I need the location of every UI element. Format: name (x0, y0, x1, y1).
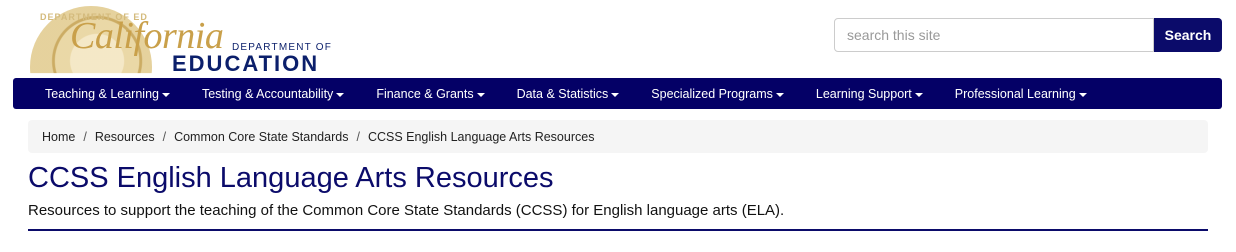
nav-item-finance-grants[interactable]: Finance & Grants (360, 78, 500, 109)
nav-item-label: Teaching & Learning (45, 86, 159, 101)
logo-california-wordmark[interactable]: California (70, 17, 224, 55)
nav-item-data-statistics[interactable]: Data & Statistics (501, 78, 636, 109)
caret-down-icon (914, 92, 923, 97)
page-lead-text: Resources to support the teaching of the… (28, 202, 785, 219)
logo-education[interactable]: EDUCATION (172, 53, 319, 75)
title-divider (28, 229, 1208, 231)
nav-item-label: Testing & Accountability (201, 86, 334, 101)
caret-down-icon (775, 92, 784, 97)
nav-item-label: Data & Statistics (516, 86, 609, 101)
page-title: CCSS English Language Arts Resources (28, 162, 554, 194)
site-search: Search (834, 18, 1222, 52)
caret-down-icon (1078, 92, 1087, 97)
search-button[interactable]: Search (1154, 18, 1222, 52)
nav-item-label: Professional Learning (954, 86, 1076, 101)
breadcrumb: Home / Resources / Common Core State Sta… (28, 120, 1208, 153)
breadcrumb-ccss-link[interactable]: Common Core State Standards (174, 130, 348, 144)
nav-item-teaching-learning[interactable]: Teaching & Learning (29, 78, 186, 109)
breadcrumb-separator: / (356, 129, 360, 144)
nav-item-label: Learning Support (815, 86, 912, 101)
caret-down-icon (336, 92, 345, 97)
nav-item-label: Specialized Programs (651, 86, 773, 101)
nav-item-testing-accountability[interactable]: Testing & Accountability (186, 78, 360, 109)
caret-down-icon (161, 92, 170, 97)
nav-item-professional-learning[interactable]: Professional Learning (939, 78, 1103, 109)
caret-down-icon (476, 92, 485, 97)
main-nav: Teaching & Learning Testing & Accountabi… (13, 78, 1222, 109)
breadcrumb-resources-link[interactable]: Resources (95, 130, 155, 144)
breadcrumb-separator: / (83, 129, 87, 144)
nav-item-label: Finance & Grants (376, 86, 474, 101)
breadcrumb-current-page: CCSS English Language Arts Resources (367, 129, 595, 144)
nav-item-specialized-programs[interactable]: Specialized Programs (635, 78, 800, 109)
breadcrumb-separator: / (162, 129, 167, 144)
breadcrumb-home-link[interactable]: Home (42, 130, 75, 144)
caret-down-icon (611, 92, 620, 97)
search-input[interactable] (834, 18, 1154, 52)
site-header: DEPARTMENT OF ED California DEPARTMENT O… (0, 0, 1236, 78)
nav-item-learning-support[interactable]: Learning Support (800, 78, 939, 109)
